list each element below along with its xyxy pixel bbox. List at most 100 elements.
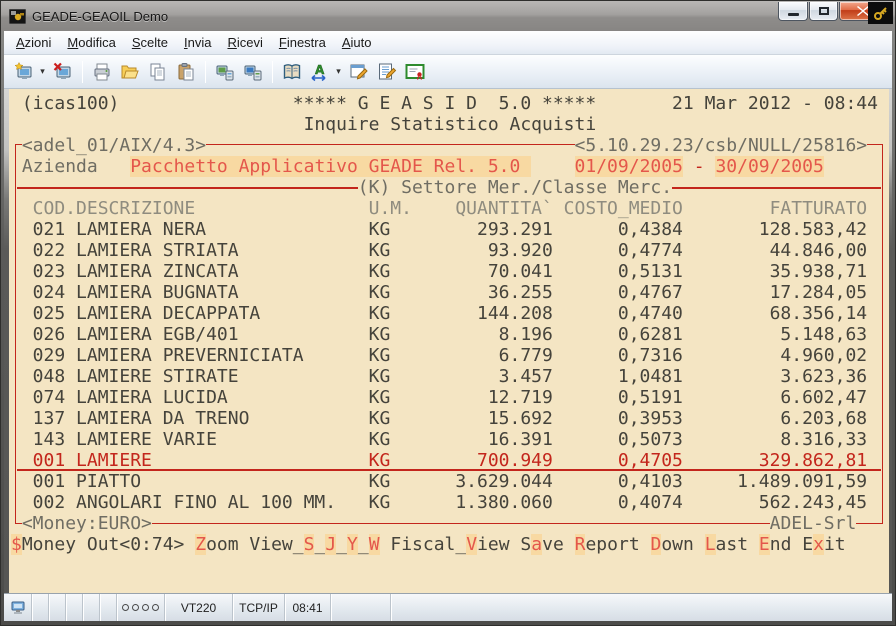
- minimize-button[interactable]: [778, 2, 808, 21]
- terminal-text-segment: 001 PIATTO KG 3.629.044 0,4103 1.489.091…: [11, 471, 867, 492]
- status-terminal-type: VT220: [165, 594, 233, 621]
- command-bar-line: $Money Out<0:74> Zoom View_S_J_Y_W Fisca…: [11, 534, 889, 555]
- new-session-button[interactable]: [11, 59, 37, 85]
- terminal-text-segment: <adel_01/AIX/4.3>: [22, 135, 206, 156]
- menu-item-ricevi[interactable]: Ricevi: [219, 32, 270, 53]
- terminal-text-segment: own: [661, 534, 704, 555]
- terminal-text-segment: [98, 156, 131, 177]
- maximize-icon: [819, 7, 829, 15]
- terminal-text-segment: [152, 513, 770, 534]
- command-hotkey[interactable]: E: [759, 534, 770, 555]
- command-hotkey[interactable]: W: [369, 534, 380, 555]
- certificate-button[interactable]: [402, 59, 428, 85]
- terminal-text-segment: 021 LAMIERA NERA KG 293.291 0,4384 128.5…: [11, 219, 867, 240]
- table-row: 048 LAMIERE STIRATE KG 3.457 1,0481 3.62…: [11, 366, 889, 387]
- command-hotkey[interactable]: Y: [347, 534, 358, 555]
- paste-button[interactable]: [173, 59, 199, 85]
- terminal-text-segment: 023 LAMIERA ZINCATA KG 70.041 0,5131 35.…: [11, 261, 867, 282]
- new-session-dropdown-caret[interactable]: ▾: [38, 66, 47, 77]
- terminal-subtitle-line: Inquire Statistico Acquisti: [11, 114, 889, 135]
- terminal-text-segment: 048 LAMIERE STIRATE KG 3.457 1,0481 3.62…: [11, 366, 867, 387]
- menu-item-invia[interactable]: Invia: [176, 32, 219, 53]
- terminal-text-segment: ast: [716, 534, 759, 555]
- terminal-text-segment: -: [683, 156, 716, 177]
- open-folder-button[interactable]: [117, 59, 143, 85]
- table-row: 137 LAMIERA DA TRENO KG 15.692 0,3953 6.…: [11, 408, 889, 429]
- terminal-text-segment: 026 LAMIERA EGB/401 KG 8.196 0,6281 5.14…: [11, 324, 867, 345]
- font-dropdown-caret[interactable]: ▾: [334, 66, 343, 77]
- manual-book-button[interactable]: [279, 59, 305, 85]
- terminal-text-segment: (icas100) ***** G E A S I D 5.0 ***** 21…: [11, 93, 878, 114]
- terminal-text-segment: 029 LAMIERA PREVERNICIATA KG 6.779 0,731…: [11, 345, 867, 366]
- terminal-text-segment: Inquire Statistico Acquisti: [11, 114, 596, 135]
- command-hotkey[interactable]: S: [304, 534, 315, 555]
- command-hotkey[interactable]: V: [466, 534, 477, 555]
- terminal-text-segment: (K) Settore Mer./Classe Merc.: [358, 177, 672, 198]
- disconnect-button[interactable]: [50, 59, 76, 85]
- terminal-text-segment: _: [336, 534, 347, 555]
- transfer-send-button[interactable]: [212, 59, 238, 85]
- toolbar: ▾ A ▾: [4, 55, 892, 89]
- terminal-text-segment: Money Out<0:74>: [22, 534, 195, 555]
- terminal-text-segment: 025 LAMIERA DECAPPATA KG 144.208 0,4740 …: [11, 303, 867, 324]
- menu-item-azioni[interactable]: Azioni: [8, 32, 59, 53]
- table-row: 143 LAMIERE VARIE KG 16.391 0,5073 8.316…: [11, 429, 889, 450]
- menu-item-aiuto[interactable]: Aiuto: [334, 32, 380, 53]
- menu-item-finestra[interactable]: Finestra: [271, 32, 334, 53]
- title-bar[interactable]: GEADE-GEAOIL Demo: [1, 1, 895, 31]
- led-indicators: [122, 604, 159, 611]
- command-hotkey[interactable]: D: [651, 534, 662, 555]
- table-header-line: COD.DESCRIZIONE U.M. QUANTITA` COSTO_MED…: [11, 198, 889, 219]
- command-hotkey[interactable]: L: [705, 534, 716, 555]
- command-hotkey[interactable]: R: [575, 534, 586, 555]
- print-icon: [92, 62, 112, 82]
- key-icon: [873, 5, 889, 21]
- status-bar: VT220 TCP/IP 08:41: [4, 593, 892, 621]
- terminal-text-segment: Pacchetto Applicativo GEADE Rel. 5.0: [130, 156, 531, 177]
- command-hotkey[interactable]: Z: [195, 534, 206, 555]
- table-row: 026 LAMIERA EGB/401 KG 8.196 0,6281 5.14…: [11, 324, 889, 345]
- manual-book-icon: [282, 62, 302, 82]
- terminal-screen[interactable]: (icas100) ***** G E A S I D 5.0 ***** 21…: [9, 89, 889, 595]
- window-title: GEADE-GEAOIL Demo: [32, 9, 168, 24]
- font-icon: A: [310, 62, 330, 82]
- copy-button[interactable]: [145, 59, 171, 85]
- led-indicator: [122, 604, 129, 611]
- command-hotkey[interactable]: a: [531, 534, 542, 555]
- session-properties-icon: [377, 62, 397, 82]
- terminal-text-segment: 074 LAMIERA LUCIDA KG 12.719 0,5191 6.60…: [11, 387, 867, 408]
- font-button[interactable]: A: [307, 59, 333, 85]
- table-row: 023 LAMIERA ZINCATA KG 70.041 0,5131 35.…: [11, 261, 889, 282]
- app-icon: [9, 9, 26, 24]
- command-hotkey[interactable]: J: [325, 534, 336, 555]
- terminal-text-segment: 022 LAMIERA STRIATA KG 93.920 0,4774 44.…: [11, 240, 867, 261]
- toolbar-separator: [272, 61, 273, 83]
- disconnect-icon: [53, 62, 73, 82]
- table-row: 074 LAMIERA LUCIDA KG 12.719 0,5191 6.60…: [11, 387, 889, 408]
- led-indicator: [132, 604, 139, 611]
- open-folder-icon: [120, 62, 140, 82]
- app-window: GEADE-GEAOIL Demo AzioniModificaScelteIn…: [0, 0, 896, 626]
- session-properties-button[interactable]: [374, 59, 400, 85]
- status-empty-cell: [391, 594, 892, 621]
- print-button[interactable]: [89, 59, 115, 85]
- terminal-text-segment: _: [358, 534, 369, 555]
- terminal-text-segment: [11, 513, 22, 534]
- menu-item-scelte[interactable]: Scelte: [124, 32, 176, 53]
- maximize-button[interactable]: [809, 2, 838, 21]
- command-hotkey[interactable]: $: [11, 534, 22, 555]
- copy-icon: [148, 62, 168, 82]
- menu-item-modifica[interactable]: Modifica: [59, 32, 123, 53]
- terminal-text-segment: [531, 156, 574, 177]
- terminal-text-segment: ADEL-Srl: [770, 513, 857, 534]
- terminal-text-segment: _: [314, 534, 325, 555]
- status-empty-cell: [100, 594, 117, 621]
- session-edit-button[interactable]: [346, 59, 372, 85]
- command-hotkey[interactable]: x: [813, 534, 824, 555]
- table-row: 001 PIATTO KG 3.629.044 0,4103 1.489.091…: [11, 471, 889, 492]
- terminal-header-line: (icas100) ***** G E A S I D 5.0 ***** 21…: [11, 93, 889, 114]
- transfer-receive-button[interactable]: [240, 59, 266, 85]
- terminal-text-segment: Azienda: [22, 156, 98, 177]
- terminal-text-segment: 137 LAMIERA DA TRENO KG 15.692 0,3953 6.…: [11, 408, 867, 429]
- terminal-text-segment: [11, 135, 22, 156]
